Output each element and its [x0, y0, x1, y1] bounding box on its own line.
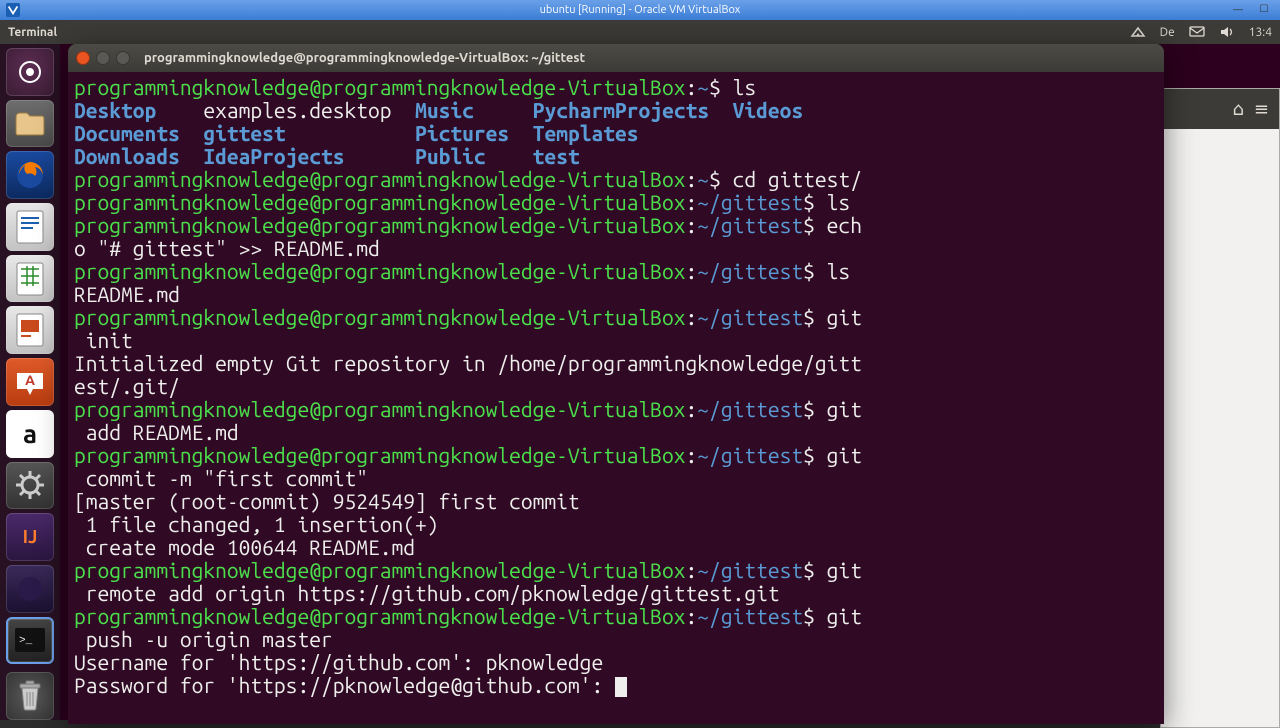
- amazon-icon[interactable]: a: [6, 410, 54, 458]
- intellij-icon[interactable]: IJ: [6, 513, 54, 561]
- files-icon[interactable]: [6, 100, 54, 148]
- terminal-title: programmingknowledge@programmingknowledg…: [144, 51, 585, 65]
- files-window[interactable]: ⌂ ≡: [1160, 88, 1280, 728]
- files-toolbar: ⌂ ≡: [1161, 89, 1279, 129]
- minimize-button[interactable]: —: [1226, 2, 1250, 16]
- ubuntu-top-panel: Terminal De 13:4: [0, 20, 1280, 44]
- dash-icon[interactable]: [6, 48, 54, 96]
- terminal-cursor: [615, 677, 627, 697]
- terminal-launcher-icon[interactable]: >_: [6, 617, 54, 665]
- terminal-titlebar[interactable]: programmingknowledge@programmingknowledg…: [68, 44, 1164, 72]
- svg-text:A: A: [25, 372, 35, 388]
- close-icon[interactable]: [76, 51, 90, 65]
- libreoffice-impress-icon[interactable]: [6, 306, 54, 354]
- clock[interactable]: 13:4: [1249, 26, 1272, 39]
- network-icon[interactable]: [1130, 26, 1146, 38]
- virtualbox-icon: [6, 3, 20, 17]
- system-settings-icon[interactable]: [6, 462, 54, 510]
- libreoffice-calc-icon[interactable]: [6, 255, 54, 303]
- messaging-icon[interactable]: [1189, 26, 1205, 38]
- home-icon[interactable]: ⌂: [1232, 99, 1243, 120]
- ubuntu-desktop: Terminal De 13:4: [0, 20, 1280, 720]
- terminal-window: programmingknowledge@programmingknowledg…: [68, 44, 1164, 724]
- minimize-icon[interactable]: [96, 51, 110, 65]
- language-indicator[interactable]: De: [1160, 26, 1175, 39]
- maximize-button[interactable]: ☐: [1252, 2, 1276, 16]
- sound-icon[interactable]: [1219, 26, 1235, 38]
- virtualbox-title-bar: ubuntu [Running] - Oracle VM VirtualBox …: [0, 0, 1280, 20]
- firefox-icon[interactable]: [6, 151, 54, 199]
- ubuntu-software-icon[interactable]: A: [6, 358, 54, 406]
- maximize-icon[interactable]: [116, 51, 130, 65]
- virtualbox-title: ubuntu [Running] - Oracle VM VirtualBox: [540, 4, 741, 16]
- libreoffice-writer-icon[interactable]: [6, 203, 54, 251]
- terminal-output[interactable]: programmingknowledge@programmingknowledg…: [68, 72, 1164, 724]
- unity-launcher: A a IJ >_: [0, 44, 60, 720]
- virtualbox-window-controls: — ☐: [1226, 2, 1276, 16]
- eclipse-icon[interactable]: [6, 565, 54, 613]
- panel-app-title: Terminal: [8, 26, 57, 39]
- hamburger-icon[interactable]: ≡: [1254, 99, 1269, 120]
- trash-icon[interactable]: [6, 672, 54, 720]
- svg-text:>_: >_: [19, 635, 33, 647]
